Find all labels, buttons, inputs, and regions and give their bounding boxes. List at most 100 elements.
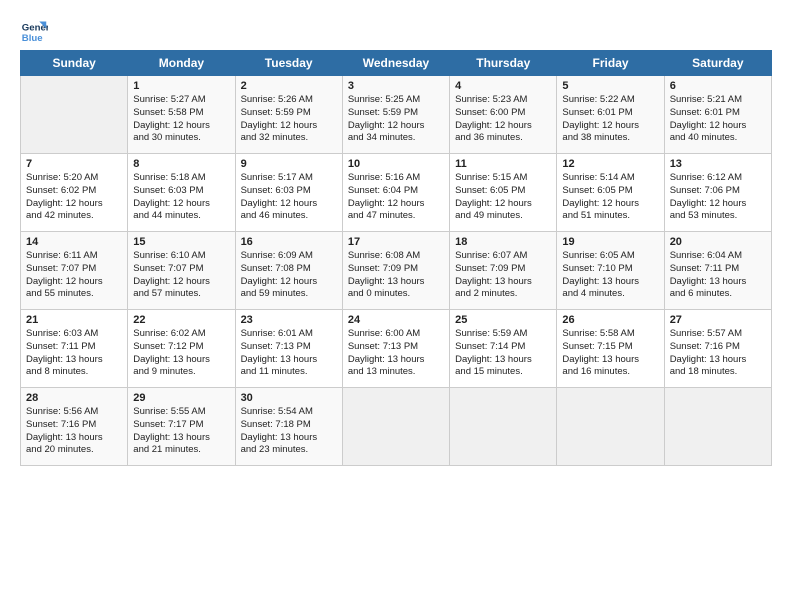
- cell-3-6: 19 Sunrise: 6:05 AMSunset: 7:10 PMDayligh…: [557, 232, 664, 310]
- day-number: 28: [26, 392, 122, 404]
- cell-content: Sunrise: 5:22 AMSunset: 6:01 PMDaylight:…: [562, 94, 658, 145]
- day-number: 25: [455, 314, 551, 326]
- cell-1-6: 5Sunrise: 5:22 AMSunset: 6:01 PMDaylight…: [557, 76, 664, 154]
- cell-5-3: 30 Sunrise: 5:54 AMSunset: 7:18 PMDayligh…: [235, 388, 342, 466]
- cell-5-1: 28 Sunrise: 5:56 AMSunset: 7:16 PMDayligh…: [21, 388, 128, 466]
- cell-content: Sunrise: 5:56 AMSunset: 7:16 PMDaylight:…: [26, 406, 122, 457]
- cell-content: Sunrise: 6:00 AMSunset: 7:13 PMDaylight:…: [348, 328, 444, 379]
- day-number: 8: [133, 158, 229, 170]
- day-number: 29: [133, 392, 229, 404]
- cell-content: Sunrise: 6:07 AMSunset: 7:09 PMDaylight:…: [455, 250, 551, 301]
- day-number: 13: [670, 158, 766, 170]
- cell-content: Sunrise: 6:11 AMSunset: 7:07 PMDaylight:…: [26, 250, 122, 301]
- day-number: 10: [348, 158, 444, 170]
- week-row-5: 28 Sunrise: 5:56 AMSunset: 7:16 PMDayligh…: [21, 388, 772, 466]
- cell-3-1: 14 Sunrise: 6:11 AMSunset: 7:07 PMDayligh…: [21, 232, 128, 310]
- cell-content: Sunrise: 5:59 AMSunset: 7:14 PMDaylight:…: [455, 328, 551, 379]
- header: General Blue: [20, 18, 772, 46]
- cell-content: Sunrise: 6:09 AMSunset: 7:08 PMDaylight:…: [241, 250, 337, 301]
- day-number: 26: [562, 314, 658, 326]
- cell-2-2: 8 Sunrise: 5:18 AMSunset: 6:03 PMDaylight…: [128, 154, 235, 232]
- cell-1-5: 4 Sunrise: 5:23 AMSunset: 6:00 PMDaylight…: [450, 76, 557, 154]
- day-number: 30: [241, 392, 337, 404]
- cell-4-1: 21 Sunrise: 6:03 AMSunset: 7:11 PMDayligh…: [21, 310, 128, 388]
- cell-content: Sunrise: 5:57 AMSunset: 7:16 PMDaylight:…: [670, 328, 766, 379]
- cell-content: Sunrise: 5:20 AMSunset: 6:02 PMDaylight:…: [26, 172, 122, 223]
- day-number: 11: [455, 158, 551, 170]
- header-friday: Friday: [557, 51, 664, 76]
- day-number: 2: [241, 80, 337, 92]
- cell-content: Sunrise: 5:18 AMSunset: 6:03 PMDaylight:…: [133, 172, 229, 223]
- cell-2-1: 7 Sunrise: 5:20 AMSunset: 6:02 PMDaylight…: [21, 154, 128, 232]
- cell-content: Sunrise: 6:08 AMSunset: 7:09 PMDaylight:…: [348, 250, 444, 301]
- cell-content: Sunrise: 6:10 AMSunset: 7:07 PMDaylight:…: [133, 250, 229, 301]
- day-number: 9: [241, 158, 337, 170]
- cell-content: Sunrise: 5:27 AMSunset: 5:58 PMDaylight:…: [133, 94, 229, 145]
- header-monday: Monday: [128, 51, 235, 76]
- svg-text:Blue: Blue: [22, 33, 43, 44]
- cell-5-6: [557, 388, 664, 466]
- day-number: 27: [670, 314, 766, 326]
- day-number: 14: [26, 236, 122, 248]
- cell-3-2: 15 Sunrise: 6:10 AMSunset: 7:07 PMDayligh…: [128, 232, 235, 310]
- day-number: 21: [26, 314, 122, 326]
- header-tuesday: Tuesday: [235, 51, 342, 76]
- cell-content: Sunrise: 5:23 AMSunset: 6:00 PMDaylight:…: [455, 94, 551, 145]
- cell-content: Sunrise: 5:54 AMSunset: 7:18 PMDaylight:…: [241, 406, 337, 457]
- cell-2-3: 9 Sunrise: 5:17 AMSunset: 6:03 PMDaylight…: [235, 154, 342, 232]
- cell-3-4: 17 Sunrise: 6:08 AMSunset: 7:09 PMDayligh…: [342, 232, 449, 310]
- cell-content: Sunrise: 5:17 AMSunset: 6:03 PMDaylight:…: [241, 172, 337, 223]
- day-number: 15: [133, 236, 229, 248]
- week-row-2: 7 Sunrise: 5:20 AMSunset: 6:02 PMDaylight…: [21, 154, 772, 232]
- week-row-4: 21 Sunrise: 6:03 AMSunset: 7:11 PMDayligh…: [21, 310, 772, 388]
- header-thursday: Thursday: [450, 51, 557, 76]
- cell-content: Sunrise: 5:16 AMSunset: 6:04 PMDaylight:…: [348, 172, 444, 223]
- cell-content: Sunrise: 5:58 AMSunset: 7:15 PMDaylight:…: [562, 328, 658, 379]
- day-number: 16: [241, 236, 337, 248]
- day-number: 19: [562, 236, 658, 248]
- cell-3-7: 20 Sunrise: 6:04 AMSunset: 7:11 PMDayligh…: [664, 232, 771, 310]
- cell-content: Sunrise: 6:03 AMSunset: 7:11 PMDaylight:…: [26, 328, 122, 379]
- day-number: 18: [455, 236, 551, 248]
- cell-2-4: 10 Sunrise: 5:16 AMSunset: 6:04 PMDayligh…: [342, 154, 449, 232]
- cell-2-6: 12 Sunrise: 5:14 AMSunset: 6:05 PMDayligh…: [557, 154, 664, 232]
- day-number: 1: [133, 80, 229, 92]
- cell-5-7: [664, 388, 771, 466]
- cell-3-3: 16 Sunrise: 6:09 AMSunset: 7:08 PMDayligh…: [235, 232, 342, 310]
- page: General Blue SundayMondayTuesdayWednesda…: [0, 0, 792, 476]
- day-number: 20: [670, 236, 766, 248]
- header-sunday: Sunday: [21, 51, 128, 76]
- cell-content: Sunrise: 5:26 AMSunset: 5:59 PMDaylight:…: [241, 94, 337, 145]
- cell-2-5: 11Sunrise: 5:15 AMSunset: 6:05 PMDayligh…: [450, 154, 557, 232]
- cell-content: Sunrise: 6:05 AMSunset: 7:10 PMDaylight:…: [562, 250, 658, 301]
- header-wednesday: Wednesday: [342, 51, 449, 76]
- cell-1-3: 2 Sunrise: 5:26 AMSunset: 5:59 PMDaylight…: [235, 76, 342, 154]
- header-row: SundayMondayTuesdayWednesdayThursdayFrid…: [21, 51, 772, 76]
- cell-content: Sunrise: 6:12 AMSunset: 7:06 PMDaylight:…: [670, 172, 766, 223]
- cell-1-4: 3Sunrise: 5:25 AMSunset: 5:59 PMDaylight…: [342, 76, 449, 154]
- cell-5-5: [450, 388, 557, 466]
- cell-1-2: 1 Sunrise: 5:27 AMSunset: 5:58 PMDaylight…: [128, 76, 235, 154]
- calendar-table: SundayMondayTuesdayWednesdayThursdayFrid…: [20, 50, 772, 466]
- cell-4-7: 27 Sunrise: 5:57 AMSunset: 7:16 PMDayligh…: [664, 310, 771, 388]
- day-number: 12: [562, 158, 658, 170]
- cell-content: Sunrise: 5:55 AMSunset: 7:17 PMDaylight:…: [133, 406, 229, 457]
- cell-4-4: 24Sunrise: 6:00 AMSunset: 7:13 PMDayligh…: [342, 310, 449, 388]
- day-number: 17: [348, 236, 444, 248]
- cell-1-1: [21, 76, 128, 154]
- day-number: 4: [455, 80, 551, 92]
- logo-icon: General Blue: [20, 18, 48, 46]
- cell-1-7: 6Sunrise: 5:21 AMSunset: 6:01 PMDaylight…: [664, 76, 771, 154]
- cell-5-2: 29 Sunrise: 5:55 AMSunset: 7:17 PMDayligh…: [128, 388, 235, 466]
- cell-5-4: [342, 388, 449, 466]
- cell-content: Sunrise: 6:01 AMSunset: 7:13 PMDaylight:…: [241, 328, 337, 379]
- day-number: 23: [241, 314, 337, 326]
- week-row-3: 14 Sunrise: 6:11 AMSunset: 7:07 PMDayligh…: [21, 232, 772, 310]
- cell-3-5: 18 Sunrise: 6:07 AMSunset: 7:09 PMDayligh…: [450, 232, 557, 310]
- cell-content: Sunrise: 5:14 AMSunset: 6:05 PMDaylight:…: [562, 172, 658, 223]
- cell-4-3: 23 Sunrise: 6:01 AMSunset: 7:13 PMDayligh…: [235, 310, 342, 388]
- cell-content: Sunrise: 6:04 AMSunset: 7:11 PMDaylight:…: [670, 250, 766, 301]
- cell-4-6: 26 Sunrise: 5:58 AMSunset: 7:15 PMDayligh…: [557, 310, 664, 388]
- day-number: 7: [26, 158, 122, 170]
- cell-4-2: 22Sunrise: 6:02 AMSunset: 7:12 PMDayligh…: [128, 310, 235, 388]
